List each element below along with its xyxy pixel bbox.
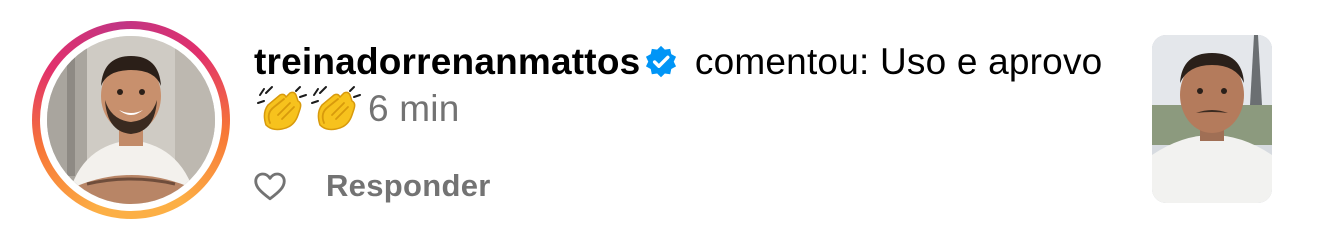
story-ring[interactable]	[32, 21, 230, 219]
avatar-border	[40, 29, 222, 211]
verified-badge-icon	[646, 45, 677, 78]
avatar-image	[47, 36, 215, 204]
timestamp: 6 min	[368, 88, 460, 129]
avatar[interactable]	[47, 36, 215, 204]
clapping-hands-icon	[311, 86, 361, 131]
heart-icon[interactable]	[252, 168, 288, 204]
comment-notification-row[interactable]: treinadorrenanmattos comentou: Uso e apr…	[0, 0, 1320, 249]
post-thumbnail[interactable]	[1152, 35, 1272, 203]
username-link[interactable]: treinadorrenanmattos	[254, 41, 640, 82]
comment-actions: Responder	[252, 166, 491, 206]
post-thumbnail-image	[1152, 35, 1272, 203]
reply-button[interactable]: Responder	[326, 168, 491, 204]
comment-body: comentou: Uso e aprovo	[684, 41, 1103, 82]
clapping-hands-icon	[257, 86, 307, 131]
comment-text: treinadorrenanmattos comentou: Uso e apr…	[254, 38, 1114, 132]
